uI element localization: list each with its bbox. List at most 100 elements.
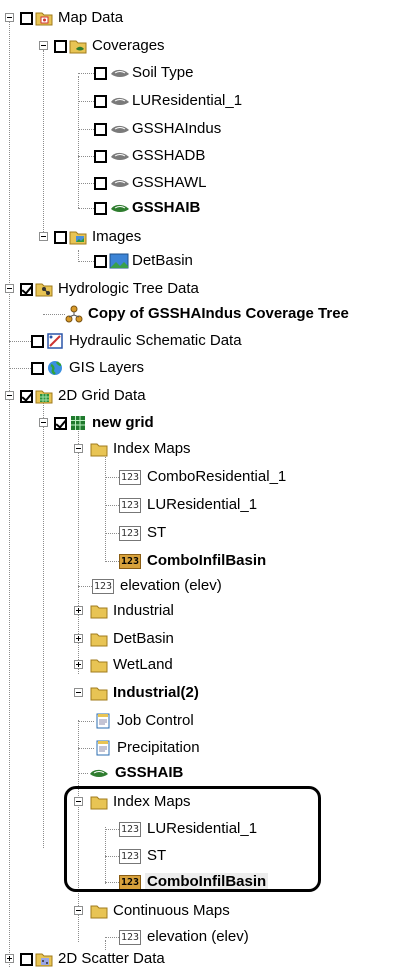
- node-label: GSSHAIB: [132, 199, 201, 216]
- collapse-toggle[interactable]: [5, 284, 14, 293]
- node-2d-scatter-data[interactable]: 2D Scatter Data: [0, 946, 167, 972]
- node-label: Precipitation: [117, 739, 200, 756]
- node-hydrologic-tree-data[interactable]: Hydrologic Tree Data: [0, 276, 201, 302]
- node-industrial-2[interactable]: Industrial(2): [70, 680, 201, 706]
- node-gsshaib-link[interactable]: GSSHAIB: [88, 760, 185, 786]
- checkbox[interactable]: [20, 11, 33, 25]
- node-detbasin[interactable]: DetBasin: [70, 626, 176, 652]
- grid-folder-icon: [35, 387, 53, 405]
- collapse-toggle[interactable]: [74, 906, 83, 915]
- collapse-toggle[interactable]: [74, 688, 83, 697]
- node-continuous-maps[interactable]: Continuous Maps: [70, 898, 232, 924]
- coverage-gsshawl[interactable]: GSSHAWL: [94, 170, 208, 196]
- node-label: LUResidential_1: [132, 92, 243, 109]
- hydrologic-tree-icon: [35, 280, 53, 298]
- node-job-control[interactable]: Job Control: [94, 708, 196, 734]
- checkbox[interactable]: [94, 254, 107, 268]
- dataset-elevation[interactable]: 123 elevation (elev): [92, 573, 224, 599]
- collapse-toggle[interactable]: [5, 13, 14, 22]
- checkbox[interactable]: [94, 176, 107, 190]
- node-wetland[interactable]: WetLand: [70, 652, 175, 678]
- node-new-grid[interactable]: new grid: [36, 410, 156, 436]
- folder-icon: [90, 602, 108, 620]
- coverage-luresidential[interactable]: LUResidential_1: [94, 88, 244, 114]
- node-label: 2D Scatter Data: [58, 950, 165, 967]
- highlight-callout: [64, 786, 321, 892]
- node-industrial[interactable]: Industrial: [70, 598, 176, 624]
- node-label: ComboResidential_1: [147, 468, 287, 485]
- node-index-maps[interactable]: Index Maps: [70, 436, 193, 462]
- dataset-icon: 123: [119, 929, 141, 945]
- coverage-icon: [109, 64, 129, 82]
- checkbox[interactable]: [94, 94, 107, 108]
- scatter-folder-icon: [35, 950, 53, 968]
- node-label: Images: [92, 228, 142, 245]
- node-2d-grid-data[interactable]: 2D Grid Data: [0, 383, 148, 409]
- hydraulic-schematic-icon: [46, 332, 64, 350]
- coverage-gsshaindus[interactable]: GSSHAIndus: [94, 116, 223, 142]
- checkbox[interactable]: [31, 334, 44, 348]
- checkbox[interactable]: [94, 149, 107, 163]
- node-label: ST: [147, 524, 167, 541]
- collapse-toggle[interactable]: [39, 41, 48, 50]
- expand-toggle[interactable]: [74, 606, 83, 615]
- node-label: GIS Layers: [69, 359, 145, 376]
- dataset-icon: 123: [119, 497, 141, 513]
- checkbox[interactable]: [20, 389, 33, 403]
- checkbox[interactable]: [20, 952, 33, 966]
- image-detbasin[interactable]: DetBasin: [94, 248, 195, 274]
- node-label: Job Control: [117, 712, 194, 729]
- checkbox[interactable]: [54, 230, 67, 244]
- checkbox[interactable]: [31, 361, 44, 375]
- node-gis-layers[interactable]: GIS Layers: [31, 355, 146, 381]
- node-label: Copy of GSSHAIndus Coverage Tree: [88, 305, 349, 322]
- node-hydraulic-schematic[interactable]: Hydraulic Schematic Data: [31, 328, 244, 354]
- globe-icon: [46, 359, 64, 377]
- coverage-icon: [109, 174, 129, 192]
- checkbox[interactable]: [94, 201, 107, 215]
- collapse-toggle[interactable]: [39, 418, 48, 427]
- node-label: Continuous Maps: [113, 902, 230, 919]
- checkbox[interactable]: [54, 416, 67, 430]
- checkbox[interactable]: [20, 282, 33, 296]
- node-label: elevation (elev): [120, 577, 222, 594]
- expand-toggle[interactable]: [74, 660, 83, 669]
- coverage-soil-type[interactable]: Soil Type: [94, 60, 195, 86]
- checkbox[interactable]: [54, 39, 67, 53]
- node-label: WetLand: [113, 656, 173, 673]
- node-label: Map Data: [58, 9, 124, 26]
- coverage-icon: [109, 120, 129, 138]
- expand-toggle[interactable]: [74, 634, 83, 643]
- coverage-icon: [109, 92, 129, 110]
- document-icon: [94, 739, 112, 757]
- document-icon: [94, 712, 112, 730]
- node-label: Hydrologic Tree Data: [58, 280, 199, 297]
- node-map-data[interactable]: Map Data: [0, 5, 125, 31]
- checkbox[interactable]: [94, 66, 107, 80]
- dataset-st[interactable]: 123 ST: [119, 520, 168, 546]
- node-images[interactable]: Images: [36, 224, 143, 250]
- checkbox[interactable]: [94, 122, 107, 136]
- node-label: Soil Type: [132, 64, 194, 81]
- coverage-gsshaib[interactable]: GSSHAIB: [94, 195, 202, 221]
- active-dataset-icon: 123: [119, 553, 141, 569]
- dataset-comboinfilbasin[interactable]: 123 ComboInfilBasin: [119, 548, 268, 574]
- node-precipitation[interactable]: Precipitation: [94, 735, 202, 761]
- node-copy-coverage-tree[interactable]: Copy of GSSHAIndus Coverage Tree: [65, 301, 351, 327]
- dataset-comboresidential[interactable]: 123 ComboResidential_1: [119, 464, 288, 490]
- dataset-luresidential[interactable]: 123 LUResidential_1: [119, 492, 259, 518]
- folder-icon: [90, 630, 108, 648]
- coverage-link-icon: [88, 764, 110, 782]
- node-label: GSSHADB: [132, 147, 206, 164]
- tree-line: [105, 450, 106, 562]
- node-coverages[interactable]: Coverages: [36, 33, 167, 59]
- node-label: GSSHAIndus: [132, 120, 222, 137]
- node-label: Industrial: [113, 602, 174, 619]
- collapse-toggle[interactable]: [74, 444, 83, 453]
- node-label: LUResidential_1: [147, 496, 258, 513]
- collapse-toggle[interactable]: [39, 232, 48, 241]
- expand-toggle[interactable]: [5, 954, 14, 963]
- node-label: elevation (elev): [147, 928, 249, 945]
- collapse-toggle[interactable]: [5, 391, 14, 400]
- coverage-gsshadb[interactable]: GSSHADB: [94, 143, 207, 169]
